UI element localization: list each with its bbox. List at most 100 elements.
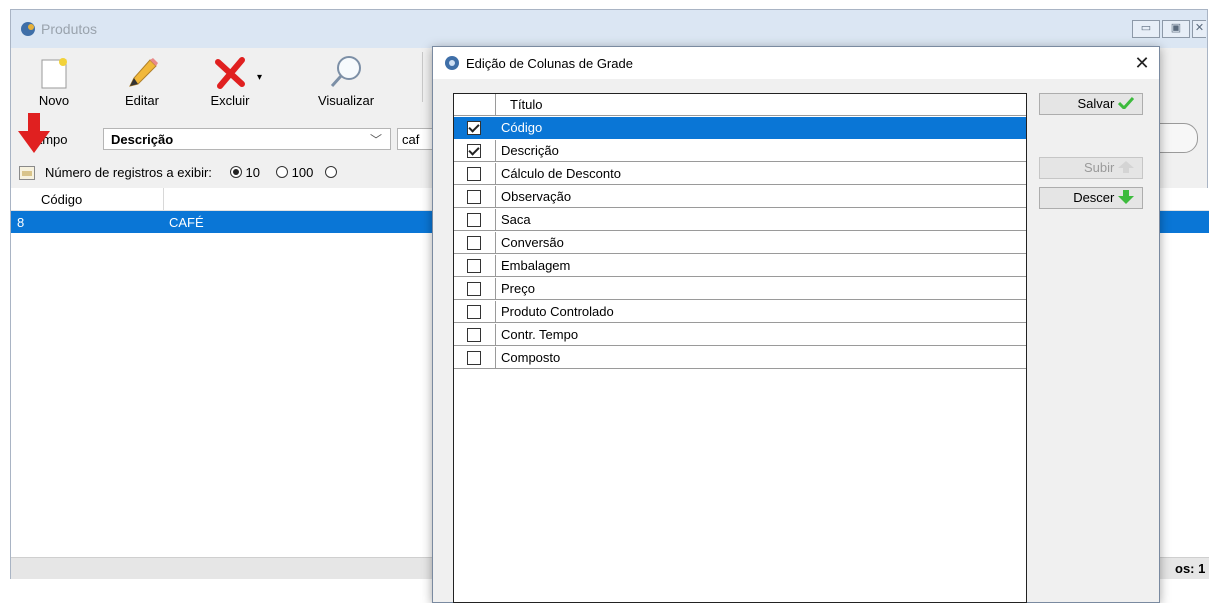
dropdown-arrow-icon[interactable]: ▾ [257, 72, 262, 83]
check-cell [454, 209, 496, 231]
red-arrow-annotation [18, 113, 50, 153]
column-divider[interactable] [163, 188, 164, 210]
maximize-button[interactable]: ▣ [1162, 20, 1190, 38]
list-item[interactable]: Composto [454, 347, 1026, 370]
save-label: Salvar [1077, 96, 1115, 111]
column-editor-dialog: Edição de Colunas de Grade ✕ Título Códi… [432, 46, 1160, 603]
magnifier-icon [330, 56, 361, 88]
dialog-app-icon [445, 56, 459, 70]
list-item[interactable]: Descrição [454, 140, 1026, 163]
column-checkbox[interactable] [467, 167, 481, 181]
column-label: Saca [496, 209, 1026, 231]
check-cell [454, 255, 496, 277]
arrow-down-icon [1118, 190, 1134, 204]
dialog-title-bar: Edição de Colunas de Grade ✕ [433, 47, 1159, 79]
list-item[interactable]: Saca [454, 209, 1026, 232]
check-cell [454, 163, 496, 185]
records-label: Número de registros a exibir: [45, 165, 212, 180]
minimize-button[interactable]: ▭ [1132, 20, 1160, 38]
check-cell [454, 232, 496, 254]
header-title[interactable]: Título [496, 94, 1026, 116]
check-cell [454, 278, 496, 300]
list-item[interactable]: Contr. Tempo [454, 324, 1026, 347]
app-icon [21, 22, 35, 36]
list-item[interactable]: Conversão [454, 232, 1026, 255]
column-label: Contr. Tempo [496, 324, 1026, 346]
cell-descricao: CAFÉ [169, 215, 204, 230]
toolbar-separator [422, 52, 423, 102]
title-bar: Produtos ▭ ▣ ✕ [11, 10, 1207, 48]
pencil-icon [129, 58, 158, 87]
column-label: Observação [496, 186, 1026, 208]
check-cell [454, 347, 496, 369]
list-item[interactable]: Embalagem [454, 255, 1026, 278]
edit-label: Editar [125, 93, 159, 108]
new-button[interactable]: Novo [15, 50, 93, 112]
column-checkbox[interactable] [467, 144, 481, 158]
check-cell [454, 117, 496, 139]
field-select-value: Descrição [111, 132, 174, 147]
record-count: os: 1 [1175, 561, 1206, 576]
cell-codigo: 8 [17, 215, 25, 230]
delete-label: Excluir [210, 93, 250, 108]
column-label: Descrição [496, 140, 1026, 162]
radio-100-label: 100 [291, 165, 314, 180]
close-icon[interactable]: ✕ [1131, 52, 1153, 74]
radio-100[interactable]: 100 [275, 165, 314, 180]
radio-10[interactable]: 10 [229, 165, 260, 180]
columns-table: Título Código Descrição Cálculo de Descont… [453, 93, 1027, 603]
column-checkbox[interactable] [467, 236, 481, 250]
column-checkbox[interactable] [467, 213, 481, 227]
save-button[interactable]: Salvar [1039, 93, 1143, 115]
radio-all[interactable] [324, 165, 341, 180]
records-options: Número de registros a exibir: 10 100 [45, 165, 341, 180]
delete-x-icon [215, 57, 245, 89]
list-item[interactable]: Observação [454, 186, 1026, 209]
chevron-down-icon: ﹀ [369, 133, 382, 147]
move-down-label: Descer [1073, 190, 1115, 205]
column-label: Composto [496, 347, 1026, 369]
column-label: Cálculo de Desconto [496, 163, 1026, 185]
radio-10-label: 10 [245, 165, 260, 180]
dialog-title: Edição de Colunas de Grade [466, 56, 633, 71]
grid-header-codigo[interactable]: Código [41, 192, 82, 207]
window-title: Produtos [41, 21, 98, 37]
check-cell [454, 301, 496, 323]
column-checkbox[interactable] [467, 282, 481, 296]
check-cell [454, 140, 496, 162]
column-checkbox[interactable] [467, 328, 481, 342]
delete-button[interactable]: ▾ Excluir [191, 50, 269, 112]
list-item[interactable]: Produto Controlado [454, 301, 1026, 324]
column-checkbox[interactable] [467, 190, 481, 204]
column-label: Produto Controlado [496, 301, 1026, 323]
column-label: Conversão [496, 232, 1026, 254]
list-item[interactable]: Preço [454, 278, 1026, 301]
new-label: Novo [38, 93, 70, 108]
new-document-icon [41, 58, 67, 89]
column-label: Código [496, 117, 1026, 139]
column-checkbox[interactable] [467, 259, 481, 273]
column-checkbox[interactable] [467, 351, 481, 365]
field-select[interactable]: Descrição ﹀ [103, 128, 391, 150]
search-input[interactable]: caf [397, 128, 437, 150]
move-up-label: Subir [1084, 160, 1115, 175]
check-cell [454, 324, 496, 346]
columns-table-header: Título [454, 94, 1026, 117]
view-label: Visualizar [317, 93, 375, 108]
edit-button[interactable]: Editar [103, 50, 181, 112]
header-check-cell [454, 94, 496, 116]
column-checkbox[interactable] [467, 305, 481, 319]
list-item[interactable]: Código [454, 117, 1026, 140]
view-button[interactable]: Visualizar [307, 50, 385, 112]
move-up-button[interactable]: Subir [1039, 157, 1143, 179]
column-label: Preço [496, 278, 1026, 300]
list-item[interactable]: Cálculo de Desconto [454, 163, 1026, 186]
check-cell [454, 186, 496, 208]
arrow-up-icon [1118, 161, 1134, 173]
column-label: Embalagem [496, 255, 1026, 277]
column-checkbox[interactable] [467, 121, 481, 135]
move-down-button[interactable]: Descer [1039, 187, 1143, 209]
close-window-button[interactable]: ✕ [1192, 20, 1206, 38]
column-config-icon[interactable] [19, 166, 35, 180]
check-icon [1117, 96, 1135, 111]
